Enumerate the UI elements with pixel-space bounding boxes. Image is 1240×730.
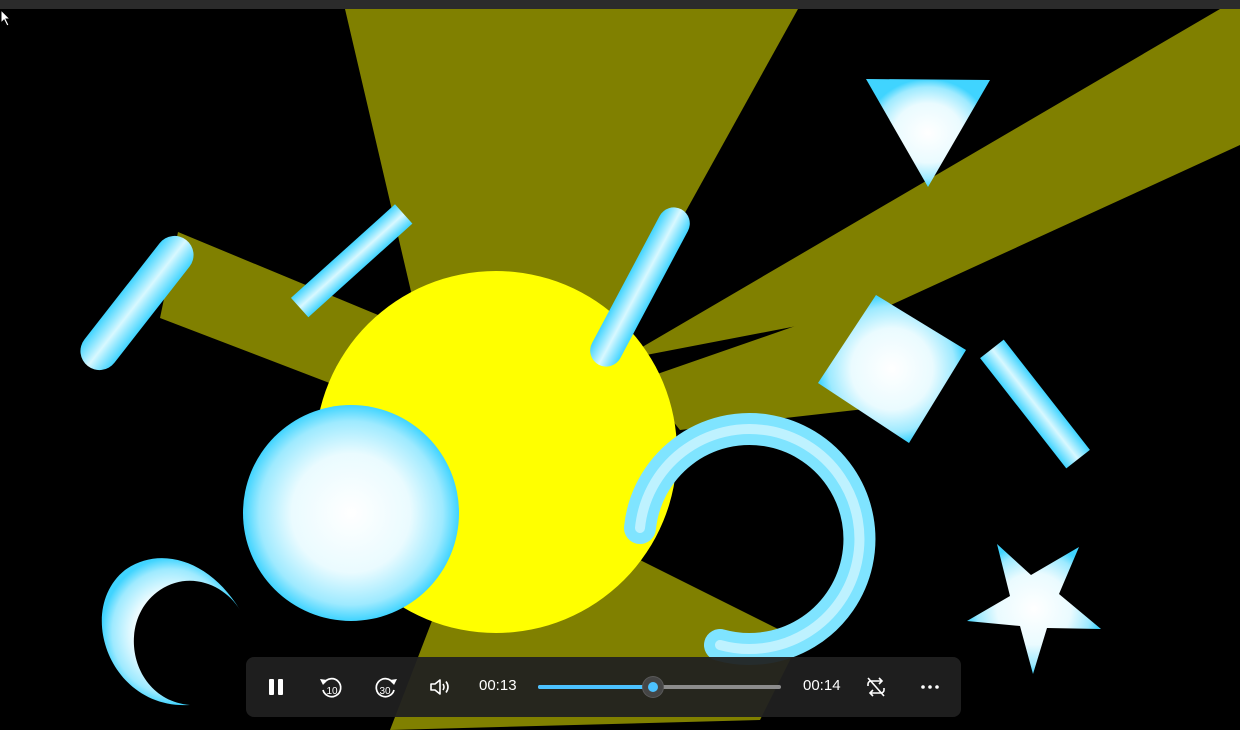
more-options-button[interactable] — [912, 669, 948, 705]
pause-button[interactable] — [258, 669, 294, 705]
more-options-icon — [921, 685, 939, 689]
forward-30-icon: 30 — [375, 677, 397, 698]
video-frame[interactable] — [0, 9, 1240, 730]
rewind-10-icon: 10 — [320, 677, 342, 698]
star-shape — [967, 544, 1101, 674]
bar-shape-right — [980, 339, 1090, 469]
volume-button[interactable] — [422, 669, 458, 705]
volume-icon — [430, 679, 449, 695]
title-bar — [0, 0, 1240, 9]
video-content — [80, 9, 1240, 730]
current-time: 00:13 — [479, 677, 517, 694]
crescent-shape — [101, 558, 240, 706]
forward-seconds-label: 30 — [379, 686, 391, 697]
forward-30-button[interactable]: 30 — [368, 669, 404, 705]
bar-shape-upper — [290, 204, 413, 318]
pause-icon — [269, 679, 283, 695]
circle-shape — [243, 405, 459, 621]
total-time: 00:14 — [803, 677, 841, 694]
playback-controls: 10 30 00:13 00:14 — [246, 657, 961, 717]
rewind-10-button[interactable]: 10 — [313, 669, 349, 705]
rewind-seconds-label: 10 — [326, 686, 338, 697]
repeat-button[interactable] — [858, 669, 894, 705]
seek-thumb[interactable] — [642, 677, 663, 697]
repeat-off-icon — [867, 677, 885, 697]
mouse-cursor-icon — [0, 9, 12, 27]
seek-bar-progress — [538, 685, 653, 689]
seek-bar[interactable] — [538, 677, 781, 697]
